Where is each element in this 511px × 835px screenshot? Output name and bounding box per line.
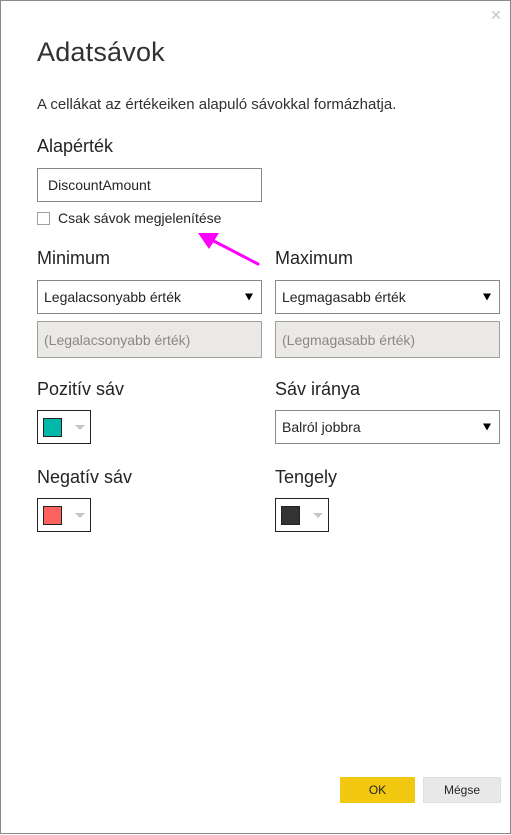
cancel-button[interactable]: Mégse bbox=[423, 777, 501, 803]
minimum-placeholder: (Legalacsonyabb érték) bbox=[44, 331, 191, 348]
positive-bar-label: Pozitív sáv bbox=[37, 379, 125, 399]
caret-down-icon bbox=[483, 293, 491, 301]
base-value-label: Alapérték bbox=[37, 136, 114, 156]
bar-direction-dropdown[interactable]: Balról jobbra bbox=[275, 410, 500, 444]
chevron-down-icon bbox=[75, 513, 85, 518]
base-value-text: DiscountAmount bbox=[48, 177, 151, 193]
minimum-selected: Legalacsonyabb érték bbox=[44, 289, 181, 305]
maximum-placeholder: (Legmagasabb érték) bbox=[282, 331, 416, 348]
positive-bar-color-picker[interactable] bbox=[37, 410, 91, 444]
maximum-label: Maximum bbox=[275, 248, 354, 268]
axis-color-picker[interactable] bbox=[275, 498, 329, 532]
negative-bar-color-swatch bbox=[43, 506, 62, 525]
axis-color-swatch bbox=[281, 506, 300, 525]
chevron-down-icon bbox=[313, 513, 323, 518]
base-value-field[interactable]: DiscountAmount bbox=[37, 168, 262, 202]
show-bars-only-checkbox[interactable] bbox=[37, 212, 50, 225]
negative-bar-label: Negatív sáv bbox=[37, 467, 133, 487]
caret-down-icon bbox=[483, 423, 491, 431]
bar-direction-selected: Balról jobbra bbox=[282, 419, 361, 435]
maximum-value-field: (Legmagasabb érték) bbox=[275, 321, 500, 358]
caret-down-icon bbox=[245, 293, 253, 301]
maximum-selected: Legmagasabb érték bbox=[282, 289, 406, 305]
close-icon[interactable]: ✕ bbox=[488, 7, 504, 23]
minimum-label: Minimum bbox=[37, 248, 111, 268]
ok-button[interactable]: OK bbox=[340, 777, 415, 803]
axis-label: Tengely bbox=[275, 467, 338, 487]
positive-bar-color-swatch bbox=[43, 418, 62, 437]
bar-direction-label: Sáv iránya bbox=[275, 379, 361, 399]
maximum-dropdown[interactable]: Legmagasabb érték bbox=[275, 280, 500, 314]
data-bars-dialog: ✕ Adatsávok A cellákat az értékeiken ala… bbox=[0, 0, 511, 834]
minimum-value-field: (Legalacsonyabb érték) bbox=[37, 321, 262, 358]
dialog-title: Adatsávok bbox=[37, 37, 165, 67]
show-bars-only-label: Csak sávok megjelenítése bbox=[58, 210, 222, 226]
chevron-down-icon bbox=[75, 425, 85, 430]
dialog-description: A cellákat az értékeiken alapuló sávokka… bbox=[37, 96, 397, 113]
minimum-dropdown[interactable]: Legalacsonyabb érték bbox=[37, 280, 262, 314]
negative-bar-color-picker[interactable] bbox=[37, 498, 91, 532]
